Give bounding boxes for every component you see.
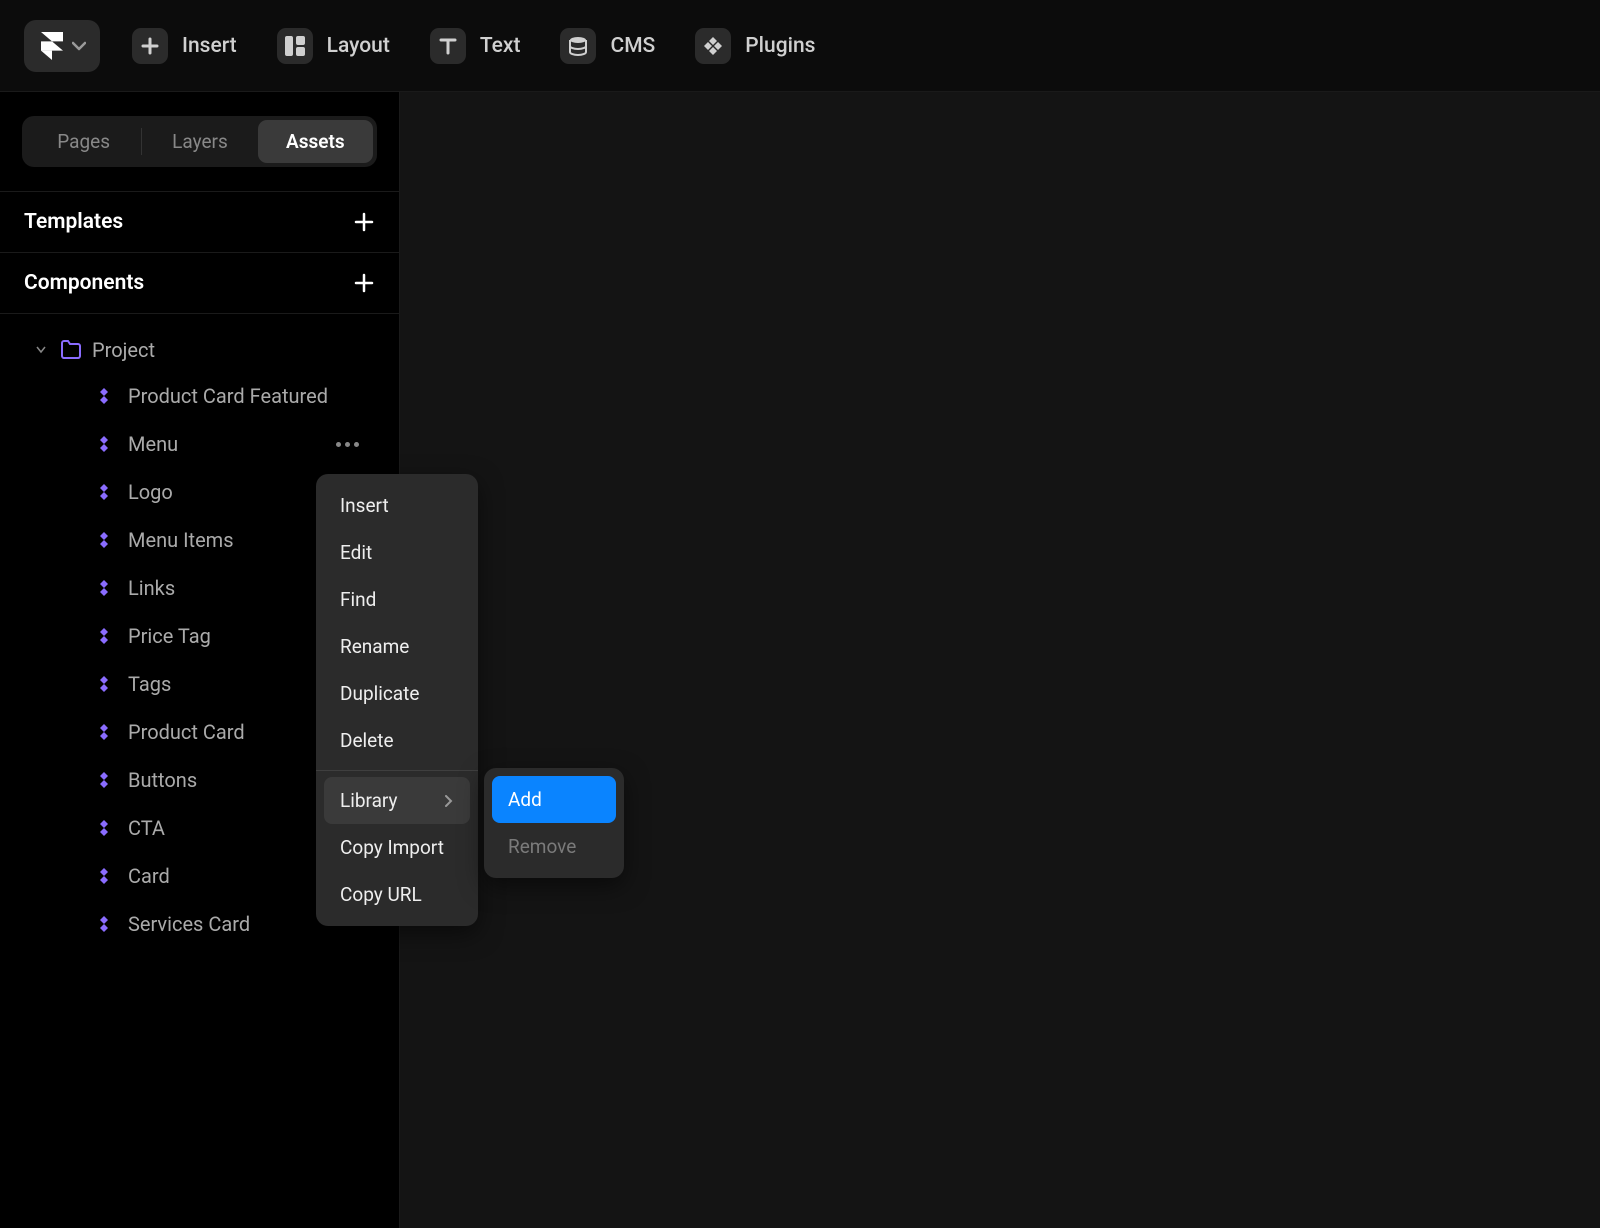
component-label: Price Tag bbox=[128, 624, 211, 648]
app-menu-button[interactable] bbox=[24, 20, 100, 72]
layout-icon bbox=[277, 28, 313, 64]
plugins-icon bbox=[695, 28, 731, 64]
context-copy-import[interactable]: Copy Import bbox=[324, 824, 470, 871]
add-component-button[interactable] bbox=[353, 272, 375, 294]
component-icon bbox=[94, 626, 114, 646]
context-edit[interactable]: Edit bbox=[324, 529, 470, 576]
component-icon bbox=[94, 578, 114, 598]
component-label: Card bbox=[128, 864, 170, 888]
sidebar-tabs: Pages Layers Assets bbox=[22, 116, 377, 167]
submenu-add[interactable]: Add bbox=[492, 776, 616, 823]
component-icon bbox=[94, 386, 114, 406]
topbar-items: Insert Layout Text bbox=[132, 28, 815, 64]
topbar-label: Plugins bbox=[745, 34, 815, 58]
tree-folder-project[interactable]: Project bbox=[0, 328, 399, 372]
topbar-insert[interactable]: Insert bbox=[132, 28, 237, 64]
context-library[interactable]: Library bbox=[324, 777, 470, 824]
tab-assets[interactable]: Assets bbox=[258, 120, 373, 163]
folder-icon bbox=[60, 339, 82, 361]
separator bbox=[316, 770, 478, 771]
context-delete[interactable]: Delete bbox=[324, 717, 470, 764]
context-insert[interactable]: Insert bbox=[324, 482, 470, 529]
topbar: Insert Layout Text bbox=[0, 0, 1600, 92]
caret-down-icon bbox=[36, 345, 46, 355]
component-label: Menu Items bbox=[128, 528, 234, 552]
plus-icon bbox=[132, 28, 168, 64]
canvas[interactable] bbox=[400, 92, 1600, 1228]
text-icon bbox=[430, 28, 466, 64]
topbar-label: Insert bbox=[182, 34, 237, 58]
chevron-right-icon bbox=[444, 796, 454, 806]
context-find[interactable]: Find bbox=[324, 576, 470, 623]
component-icon bbox=[94, 434, 114, 454]
component-icon bbox=[94, 482, 114, 502]
component-label: CTA bbox=[128, 816, 165, 840]
framer-logo-icon bbox=[38, 32, 66, 60]
topbar-plugins[interactable]: Plugins bbox=[695, 28, 815, 64]
component-item-product-card-featured[interactable]: Product Card Featured bbox=[0, 372, 399, 420]
topbar-layout[interactable]: Layout bbox=[277, 28, 390, 64]
library-submenu: Add Remove bbox=[484, 768, 624, 878]
main: Pages Layers Assets Templates Components bbox=[0, 92, 1600, 1228]
component-item-menu[interactable]: Menu bbox=[0, 420, 399, 468]
topbar-cms[interactable]: CMS bbox=[560, 28, 655, 64]
folder-label: Project bbox=[92, 338, 155, 362]
context-label: Library bbox=[340, 789, 398, 812]
component-label: Buttons bbox=[128, 768, 197, 792]
templates-section[interactable]: Templates bbox=[0, 191, 399, 253]
component-icon bbox=[94, 722, 114, 742]
chevron-down-icon bbox=[72, 39, 86, 53]
component-icon bbox=[94, 674, 114, 694]
topbar-label: CMS bbox=[610, 34, 655, 58]
context-copy-url[interactable]: Copy URL bbox=[324, 871, 470, 918]
cms-icon bbox=[560, 28, 596, 64]
component-label: Product Card Featured bbox=[128, 384, 328, 408]
context-duplicate[interactable]: Duplicate bbox=[324, 670, 470, 717]
section-title: Templates bbox=[24, 210, 123, 234]
component-icon bbox=[94, 866, 114, 886]
component-icon bbox=[94, 818, 114, 838]
context-rename[interactable]: Rename bbox=[324, 623, 470, 670]
tab-pages[interactable]: Pages bbox=[26, 120, 141, 163]
topbar-label: Text bbox=[480, 34, 521, 58]
topbar-label: Layout bbox=[327, 34, 390, 58]
component-label: Links bbox=[128, 576, 175, 600]
component-label: Menu bbox=[128, 432, 178, 456]
context-menu: Insert Edit Find Rename Duplicate Delete… bbox=[316, 474, 478, 926]
component-icon bbox=[94, 530, 114, 550]
add-template-button[interactable] bbox=[353, 211, 375, 233]
component-icon bbox=[94, 770, 114, 790]
section-title: Components bbox=[24, 271, 144, 295]
more-icon[interactable] bbox=[336, 442, 359, 447]
topbar-text[interactable]: Text bbox=[430, 28, 521, 64]
components-section[interactable]: Components bbox=[0, 253, 399, 314]
component-label: Product Card bbox=[128, 720, 245, 744]
submenu-remove[interactable]: Remove bbox=[492, 823, 616, 870]
component-icon bbox=[94, 914, 114, 934]
tab-layers[interactable]: Layers bbox=[142, 120, 257, 163]
component-label: Services Card bbox=[128, 912, 250, 936]
component-label: Tags bbox=[128, 672, 171, 696]
component-label: Logo bbox=[128, 480, 173, 504]
